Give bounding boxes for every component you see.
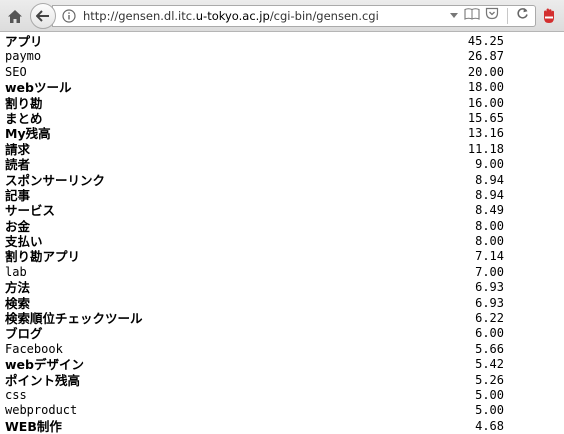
url-host: u-tokyo.ac.jp: [195, 9, 270, 23]
term-score: 5.00: [475, 403, 504, 418]
term-keyword: サービス: [5, 203, 56, 219]
term-keyword: Facebook: [5, 341, 63, 356]
term-score: 8.94: [475, 172, 504, 187]
term-row: My残高 13.16: [0, 126, 564, 141]
toolbar-separator: [507, 8, 508, 24]
adblock-icon: [544, 8, 554, 23]
term-score: 5.42: [475, 357, 504, 372]
term-score: 16.00: [467, 95, 504, 110]
term-keyword: 記事: [5, 187, 31, 203]
dropdown-arrow-icon[interactable]: [449, 7, 459, 25]
term-keyword: 支払い: [5, 234, 43, 250]
term-score: 6.22: [475, 311, 504, 326]
term-score: 7.14: [475, 249, 504, 264]
term-row: css 5.00: [0, 388, 564, 403]
adblock-button[interactable]: [540, 7, 558, 25]
term-keyword: css: [5, 387, 27, 402]
url-prefix: http://gensen.dl.itc.: [83, 9, 196, 23]
term-keyword: My残高: [5, 126, 51, 142]
term-keyword: 請求: [5, 141, 31, 157]
url-tools: [449, 7, 535, 25]
term-row: lab 7.00: [0, 265, 564, 280]
url-bar[interactable]: http://gensen.dl.itc.u-tokyo.ac.jp/cgi-b…: [52, 5, 536, 27]
browser-toolbar: http://gensen.dl.itc.u-tokyo.ac.jp/cgi-b…: [0, 0, 564, 32]
term-row: 請求 11.18: [0, 142, 564, 157]
term-keyword: 検索順位チェックツール: [5, 311, 143, 327]
term-keyword: 割り勘: [5, 95, 43, 111]
term-score: 13.16: [467, 126, 504, 141]
url-suffix: /cgi-bin/gensen.cgi: [269, 9, 379, 23]
term-score: 4.68: [475, 418, 504, 433]
term-score: 8.00: [475, 234, 504, 249]
term-row: 割り勘 16.00: [0, 96, 564, 111]
term-row: 検索 6.93: [0, 296, 564, 311]
term-keyword: まとめ: [5, 110, 43, 126]
url-text[interactable]: http://gensen.dl.itc.u-tokyo.ac.jp/cgi-b…: [83, 9, 449, 23]
term-row: 割り勘アプリ 7.14: [0, 249, 564, 264]
home-button[interactable]: [4, 5, 26, 27]
term-keyword: 割り勘アプリ: [5, 249, 81, 265]
term-row: webデザイン 5.42: [0, 357, 564, 372]
term-row: ブログ 6.00: [0, 326, 564, 341]
term-keyword: webデザイン: [5, 357, 84, 373]
term-row: スポンサーリンク 8.94: [0, 173, 564, 188]
term-score: 5.00: [475, 387, 504, 402]
term-row: ポイント残高 5.26: [0, 373, 564, 388]
term-score: 26.87: [467, 49, 504, 64]
term-score: 6.00: [475, 326, 504, 341]
term-keyword: webツール: [5, 80, 72, 96]
term-keyword: webproduct: [5, 403, 78, 418]
term-row: サービス 8.49: [0, 203, 564, 218]
term-row: paymo 26.87: [0, 49, 564, 64]
term-keyword: ブログ: [5, 326, 43, 342]
term-row: Facebook 5.66: [0, 342, 564, 357]
term-keyword: WEB制作: [5, 418, 62, 434]
term-score: 9.00: [475, 157, 504, 172]
term-row: 方法 6.93: [0, 280, 564, 295]
term-keyword: SEO: [5, 64, 27, 79]
term-keyword: ポイント残高: [5, 372, 81, 388]
term-score: 8.94: [475, 187, 504, 202]
term-row: 検索順位チェックツール 6.22: [0, 311, 564, 326]
term-keyword: lab: [5, 264, 27, 279]
term-list: アプリ 45.25 paymo 26.87 SEO 20.00 webツール 18.00 割り勘…: [0, 34, 564, 434]
term-score: 11.18: [467, 141, 504, 156]
term-row: 支払い 8.00: [0, 234, 564, 249]
term-score: 15.65: [467, 110, 504, 125]
reload-icon[interactable]: [516, 7, 529, 25]
pocket-icon[interactable]: [485, 7, 499, 25]
back-arrow-icon: [36, 10, 49, 22]
home-icon: [8, 9, 22, 23]
term-score: 6.93: [475, 280, 504, 295]
term-score: 5.26: [475, 372, 504, 387]
term-row: webproduct 5.00: [0, 403, 564, 418]
term-keyword: お金: [5, 218, 31, 234]
term-keyword: 検索: [5, 295, 31, 311]
term-score: 18.00: [467, 80, 504, 95]
term-row: アプリ 45.25: [0, 34, 564, 49]
term-row: SEO 20.00: [0, 65, 564, 80]
term-keyword: 読者: [5, 157, 31, 173]
term-keyword: 方法: [5, 280, 31, 296]
term-score: 7.00: [475, 264, 504, 279]
term-score: 8.49: [475, 203, 504, 218]
term-keyword: paymo: [5, 49, 42, 64]
term-score: 20.00: [467, 64, 504, 79]
term-score: 45.25: [467, 34, 504, 48]
term-row: WEB制作 4.68: [0, 419, 564, 434]
back-button[interactable]: [30, 3, 56, 29]
term-score: 8.00: [475, 218, 504, 233]
term-score: 6.93: [475, 295, 504, 310]
term-score: 5.66: [475, 341, 504, 356]
info-icon[interactable]: [61, 8, 77, 24]
term-row: まとめ 15.65: [0, 111, 564, 126]
term-row: 読者 9.00: [0, 157, 564, 172]
reader-view-icon[interactable]: [464, 7, 480, 25]
term-row: お金 8.00: [0, 219, 564, 234]
term-keyword: スポンサーリンク: [5, 172, 106, 188]
term-row: webツール 18.00: [0, 80, 564, 95]
term-row: 記事 8.94: [0, 188, 564, 203]
term-keyword: アプリ: [5, 34, 43, 49]
